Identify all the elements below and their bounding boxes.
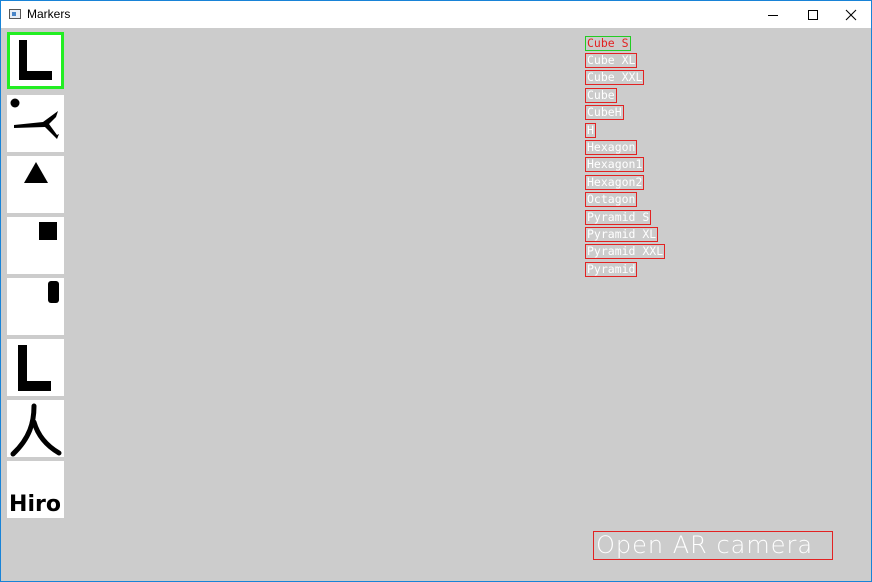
window-title: Markers	[27, 7, 71, 21]
model-item-hexagon[interactable]: Hexagon	[585, 140, 638, 155]
dot-arrow-marker-icon	[10, 98, 59, 139]
model-item-hexagon2[interactable]: Hexagon2	[585, 175, 645, 190]
marker-thumb-2[interactable]	[7, 95, 64, 152]
close-icon	[845, 9, 857, 20]
minimize-icon	[768, 14, 778, 16]
maximize-icon	[808, 9, 818, 20]
model-item-hexagon1[interactable]: Hexagon1	[585, 157, 645, 172]
minimize-button[interactable]	[753, 1, 793, 28]
model-item-pyramid-xxl[interactable]: Pyramid XXL	[585, 244, 666, 259]
model-item-cube-xxl[interactable]: Cube XXL	[585, 70, 645, 85]
model-item-pyramid[interactable]: Pyramid	[585, 262, 638, 277]
model-item-cube-xl[interactable]: Cube XL	[585, 53, 638, 68]
model-item-pyramid-xl[interactable]: Pyramid XL	[585, 227, 659, 242]
markers-window: Markers Hiro Cube S Cube XL Cube XXL Cub…	[0, 0, 872, 582]
marker-thumb-4[interactable]	[7, 217, 64, 274]
square-marker-icon	[39, 222, 57, 240]
letter-l-marker-icon	[19, 40, 52, 80]
kanji-person-marker-icon	[10, 403, 62, 457]
open-ar-camera-button[interactable]: Open AR camera	[593, 531, 833, 560]
triangle-marker-icon	[24, 162, 48, 183]
title-bar: Markers	[1, 1, 871, 28]
marker-thumb-3[interactable]	[7, 156, 64, 213]
hiro-marker-icon: Hiro	[9, 492, 61, 517]
hiro-marker-label: Hiro	[9, 492, 61, 517]
close-button[interactable]	[831, 1, 871, 28]
marker-thumb-6[interactable]	[7, 339, 64, 396]
canvas-area: Hiro Cube S Cube XL Cube XXL Cube CubeH …	[1, 28, 871, 581]
bar-marker-icon	[48, 281, 59, 303]
marker-thumb-5[interactable]	[7, 278, 64, 335]
marker-thumb-1[interactable]	[7, 32, 64, 89]
model-item-cube-s[interactable]: Cube S	[585, 36, 631, 51]
model-item-cube[interactable]: Cube	[585, 88, 617, 103]
marker-thumb-8[interactable]: Hiro	[7, 461, 64, 518]
maximize-button[interactable]	[793, 1, 833, 28]
model-item-h[interactable]: H	[585, 123, 596, 138]
letter-l-marker-icon	[18, 345, 51, 391]
marker-thumb-7[interactable]	[7, 400, 64, 457]
app-icon	[9, 9, 21, 19]
model-item-cubeh[interactable]: CubeH	[585, 105, 624, 120]
model-item-pyramid-s[interactable]: Pyramid S	[585, 210, 652, 225]
model-item-octagon[interactable]: Octagon	[585, 192, 638, 207]
